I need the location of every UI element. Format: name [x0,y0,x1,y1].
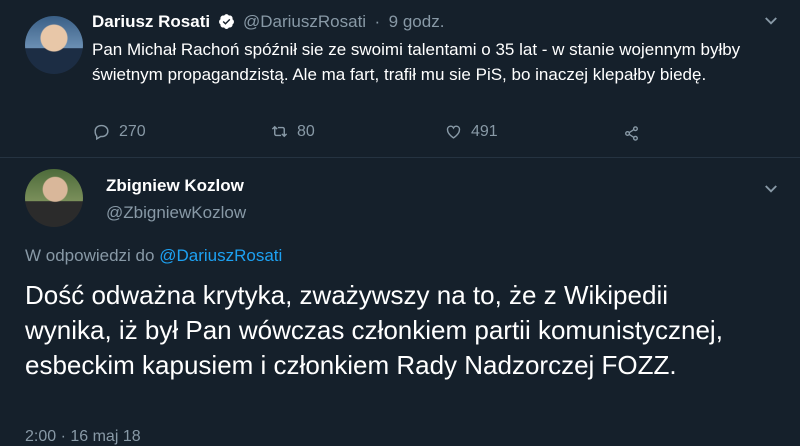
handle[interactable]: @DariuszRosati [243,12,366,31]
divider [0,157,800,158]
retweet-count: 80 [297,122,315,140]
tweet-header: Dariusz Rosati @DariuszRosati · 9 godz. [92,12,752,36]
separator: · [374,12,381,31]
reply-button[interactable]: 270 [92,122,146,141]
reply-context: W odpowiedzi do @DariuszRosati [25,246,282,266]
reply-to-link[interactable]: @DariuszRosati [159,246,282,265]
timestamp[interactable]: 9 godz. [389,12,445,31]
avatar[interactable] [25,16,83,74]
reply-icon [94,124,109,141]
display-name[interactable]: Zbigniew Kozlow [106,176,244,196]
handle[interactable]: @ZbigniewKozlow [106,203,246,223]
tweet-text: Pan Michał Rachoń spóźnił sie ze swoimi … [92,40,741,84]
reply-prefix: W odpowiedzi do [25,246,155,265]
heart-icon [446,125,461,139]
timestamp[interactable]: 2:00 · 16 maj 18 [25,428,141,446]
retweet-icon [271,125,288,138]
verified-badge-icon [218,14,234,29]
tweet-text: Dość odważna krytyka, zważywszy na to, ż… [25,280,723,380]
retweet-button[interactable]: 80 [270,122,315,141]
reply-count: 270 [119,122,146,140]
share-icon [625,126,638,141]
share-button[interactable] [622,124,649,143]
like-button[interactable]: 491 [444,122,498,141]
display-name[interactable]: Dariusz Rosati [92,12,210,31]
like-count: 491 [471,122,498,140]
avatar[interactable] [25,169,83,227]
chevron-down-icon[interactable] [762,180,780,203]
chevron-down-icon[interactable] [762,12,780,35]
